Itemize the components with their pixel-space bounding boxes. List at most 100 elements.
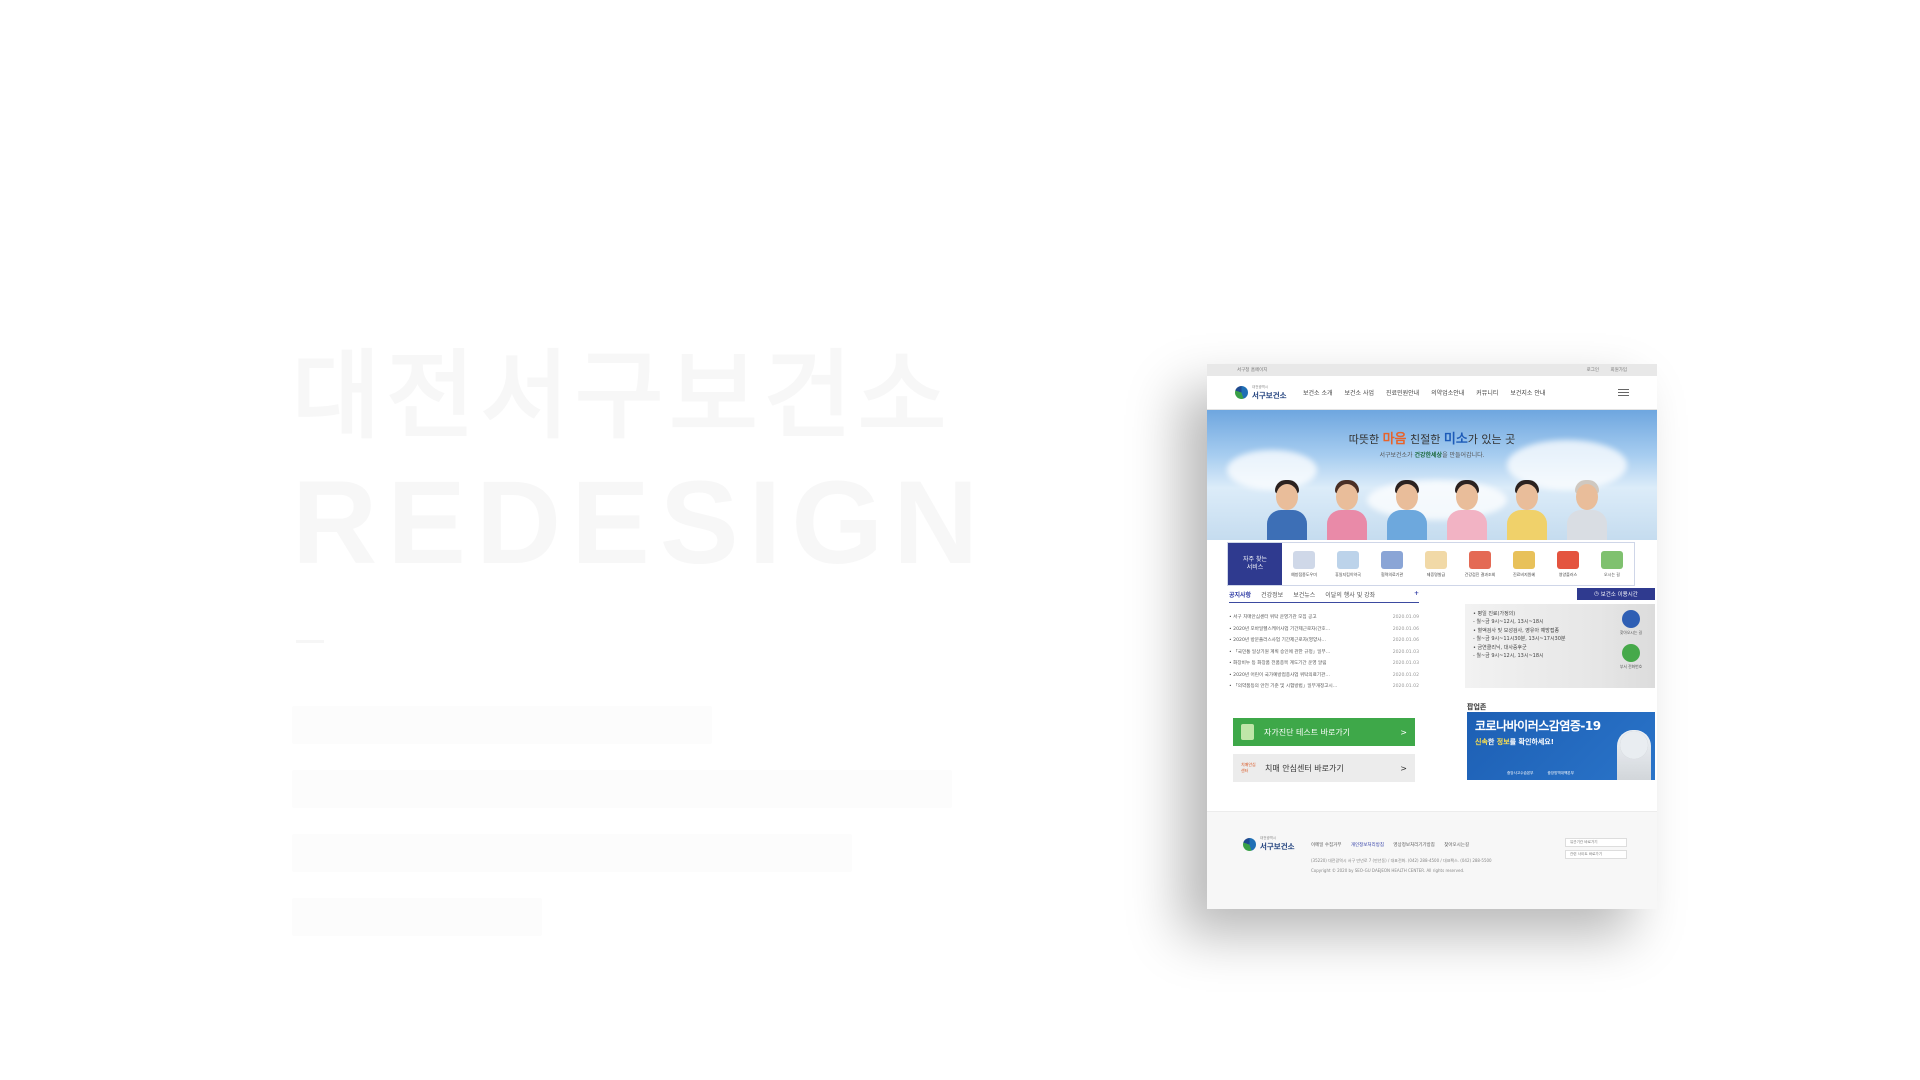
notice-row[interactable]: • 2020년 모바일헬스케어사업 기간제근로자(간호… 2020.01.06 xyxy=(1229,624,1419,636)
more-button[interactable]: + xyxy=(1414,590,1419,599)
footer-address: (35220) 대전광역시 서구 만년로 7 (만년동) / 대표전화. (04… xyxy=(1311,856,1492,876)
main-content: 공지사항 건강정보 보건뉴스 이달의 행사 및 강좌 + • 서구 치매안심센터… xyxy=(1229,588,1655,782)
quick-service-list: 예방접종도우미 휴일지킴이약국 협력의료기관 제증명발급 건강검진 결과조회 진료비지원혜… xyxy=(1282,543,1634,585)
quick-service-item[interactable]: 휴일지킴이약국 xyxy=(1327,550,1369,578)
quick-service-item[interactable]: 건강검진 결과조회 xyxy=(1459,550,1501,578)
map-pin-icon xyxy=(1622,610,1640,628)
menu-item-pharmacy[interactable]: 의약업소안내 xyxy=(1431,388,1464,397)
notice-row[interactable]: • 2020년 방문플러스사업 기간제근로자(영양사… 2020.01.06 xyxy=(1229,635,1419,647)
notice-title: • 「의약품등의 안전 기준 및 시험방법」일부개정고시… xyxy=(1229,684,1338,689)
menu-item-community[interactable]: 커뮤니티 xyxy=(1476,388,1498,397)
tab-health-info[interactable]: 건강정보 xyxy=(1261,590,1283,599)
notice-row[interactable]: • 화장비누 등 화장품 전품종목 계도기간 운영 알림 2020.01.03 xyxy=(1229,658,1419,670)
notice-date: 2020.01.09 xyxy=(1392,615,1419,620)
directions-link[interactable]: 찾아오시는 길 xyxy=(1613,610,1649,636)
quick-services: 자주 찾는 서비스 예방접종도우미 휴일지킴이약국 협력의료기관 제증명발급 건강검진 … xyxy=(1227,542,1635,586)
quick-service-label: 제증명발급 xyxy=(1426,571,1446,577)
family-photo xyxy=(1257,474,1617,540)
popup-orgs: 중앙사고수습본부 중앙방역대책본부 xyxy=(1507,771,1574,775)
popup-headline: 코로나바이러스감염증-19 xyxy=(1475,719,1601,733)
menu-item-clinic[interactable]: 진료민원안내 xyxy=(1386,388,1419,397)
website-mockup: 서구청 홈페이지 로그인 회원가입 대전광역시 서구보건소 보건소 소개 보건소… xyxy=(1207,364,1657,909)
quick-service-icon xyxy=(1469,550,1491,569)
gu-office-link[interactable]: 서구청 홈페이지 xyxy=(1237,367,1267,373)
hours-title: ◷ 보건소 이용시간 xyxy=(1577,588,1655,600)
notice-row[interactable]: • 「의약품등의 안전 기준 및 시험방법」일부개정고시… 2020.01.02 xyxy=(1229,681,1419,693)
quick-service-icon xyxy=(1425,550,1447,569)
popup-subline: 신속한 정보를 확인하세요! xyxy=(1475,738,1554,746)
banner-subcopy: 서구보건소가 건강한세상을 만들어갑니다. xyxy=(1379,452,1485,459)
copyright: Copyright © 2020 by SEO-GU DAEJEON HEALT… xyxy=(1311,868,1465,873)
quick-service-label: 예방접종도우미 xyxy=(1291,571,1317,577)
quick-service-item[interactable]: 영양플러스 xyxy=(1547,550,1589,578)
login-link[interactable]: 로그인 xyxy=(1587,368,1599,373)
quick-service-icon xyxy=(1337,550,1359,569)
related-org-select[interactable]: 유관기관 바로가기 xyxy=(1565,838,1627,847)
related-site-select[interactable]: 관련 사이트 바로가기 xyxy=(1565,850,1627,859)
self-test-button[interactable]: 자가진단 테스트 바로가기 > xyxy=(1233,718,1415,746)
masked-person-image xyxy=(1617,730,1651,780)
notice-date: 2020.01.03 xyxy=(1392,649,1419,655)
arrow-icon: > xyxy=(1400,727,1407,737)
phone-directory-link[interactable]: 부서 전화번호 xyxy=(1613,644,1649,670)
quick-service-label: 진료비지원혜 xyxy=(1512,571,1536,577)
tab-notice[interactable]: 공지사항 xyxy=(1229,590,1251,599)
notice-row[interactable]: • 「국민통 일상기원 계획 승인에 관한 규정」일부… 2020.01.03 xyxy=(1229,647,1419,659)
footer-link-privacy[interactable]: 개인정보처리방침 xyxy=(1351,843,1384,848)
covid-popup-banner[interactable]: 코로나바이러스감염증-19 신속한 정보를 확인하세요! 중앙사고수습본부 중앙방… xyxy=(1467,712,1655,780)
quick-service-label: 휴일지킴이약국 xyxy=(1335,571,1361,577)
person-figure xyxy=(1325,480,1369,540)
site-logo[interactable]: 대전광역시 서구보건소 xyxy=(1235,385,1295,401)
person-figure xyxy=(1385,480,1429,540)
operating-hours: ◷ 보건소 이용시간 • 평일 진료(가정의) - 월~금 9시~12시, 13… xyxy=(1465,588,1655,688)
banner-copy: 따뜻한 마음 친절한 미소가 있는 곳 서구보건소가 건강한세상을 만들어갑니다… xyxy=(1207,428,1657,459)
popup-zone-title: 팝업존 xyxy=(1467,703,1487,711)
notice-date: 2020.01.06 xyxy=(1392,638,1419,643)
hamburger-menu-icon[interactable] xyxy=(1618,389,1629,396)
quick-service-icon xyxy=(1557,550,1579,569)
quick-service-label: 오시는 길 xyxy=(1604,571,1620,577)
notice-title: • 화장비누 등 화장품 전품종목 계도기간 운영 알림 xyxy=(1229,661,1327,666)
quick-service-item[interactable]: 제증명발급 xyxy=(1415,550,1457,578)
quick-services-title: 자주 찾는 서비스 xyxy=(1228,543,1282,585)
menu-item-programs[interactable]: 보건소 사업 xyxy=(1345,388,1375,397)
quick-service-label: 영양플러스 xyxy=(1558,571,1578,577)
footer-links: 이메일 수집거부 개인정보처리방침 영상정보처리기기방침 찾아오시는길 xyxy=(1311,842,1477,848)
notice-row[interactable]: • 2020년 어린이 국가예방접종사업 위탁의료기관… 2020.01.02 xyxy=(1229,670,1419,682)
notice-row[interactable]: • 서구 치매안심센터 위탁 운영기관 모집 공고 2020.01.09 xyxy=(1229,612,1419,624)
quick-service-item[interactable]: 오시는 길 xyxy=(1591,550,1633,578)
person-figure xyxy=(1505,480,1549,540)
portfolio-title-ko: 대전서구보건소 xyxy=(292,340,953,452)
quick-service-label: 건강검진 결과조회 xyxy=(1464,571,1496,577)
quick-service-label: 협력의료기관 xyxy=(1380,571,1404,577)
site-footer: 대전광역시 서구보건소 이메일 수집거부 개인정보처리방침 영상정보처리기기방침… xyxy=(1207,811,1657,909)
notice-title: • 2020년 어린이 국가예방접종사업 위탁의료기관… xyxy=(1229,672,1330,678)
quick-service-item[interactable]: 협력의료기관 xyxy=(1371,550,1413,578)
banner-headline: 따뜻한 마음 친절한 미소가 있는 곳 xyxy=(1348,432,1516,447)
notice-list: • 서구 치매안심센터 위탁 운영기관 모집 공고 2020.01.09 • 202… xyxy=(1229,612,1419,693)
arrow-icon: > xyxy=(1400,763,1407,773)
footer-link[interactable]: 영상정보처리기기방침 xyxy=(1393,843,1434,848)
notice-date: 2020.01.02 xyxy=(1392,684,1419,689)
footer-link[interactable]: 이메일 수집거부 xyxy=(1311,843,1341,848)
menu-item-branch[interactable]: 보건지소 안내 xyxy=(1510,388,1545,397)
person-figure xyxy=(1565,480,1609,540)
tab-events[interactable]: 이달의 행사 및 강좌 xyxy=(1325,590,1375,599)
hours-box: • 평일 진료(가정의) - 월~금 9시~12시, 13시~18시 • 혈액검… xyxy=(1465,604,1655,688)
notice-title: • 「국민통 일상기원 계획 승인에 관한 규정」일부… xyxy=(1229,649,1331,655)
footer-link[interactable]: 찾아오시는길 xyxy=(1444,843,1469,848)
quick-service-icon xyxy=(1381,550,1403,569)
clipboard-icon xyxy=(1241,724,1254,740)
gnb-menu: 보건소 소개 보건소 사업 진료민원안내 의약업소안내 커뮤니티 보건지소 안내 xyxy=(1303,388,1545,397)
quick-service-item[interactable]: 예방접종도우미 xyxy=(1283,550,1325,578)
dementia-center-button[interactable]: 치매안심센터 치매 안심센터 바로가기 > xyxy=(1233,754,1415,782)
notice-date: 2020.01.02 xyxy=(1392,672,1419,678)
dementia-center-logo: 치매안심센터 xyxy=(1241,762,1256,773)
main-visual-banner: 따뜻한 마음 친절한 미소가 있는 곳 서구보건소가 건강한세상을 만들어갑니다… xyxy=(1207,410,1657,540)
quick-service-item[interactable]: 진료비지원혜 xyxy=(1503,550,1545,578)
board-tabs: 공지사항 건강정보 보건뉴스 이달의 행사 및 강좌 + xyxy=(1229,590,1419,603)
signup-link[interactable]: 회원가입 xyxy=(1610,368,1627,373)
menu-item-about[interactable]: 보건소 소개 xyxy=(1303,388,1333,397)
tab-health-news[interactable]: 보건뉴스 xyxy=(1293,590,1315,599)
portfolio-title-en: REDESIGN xyxy=(292,457,989,589)
